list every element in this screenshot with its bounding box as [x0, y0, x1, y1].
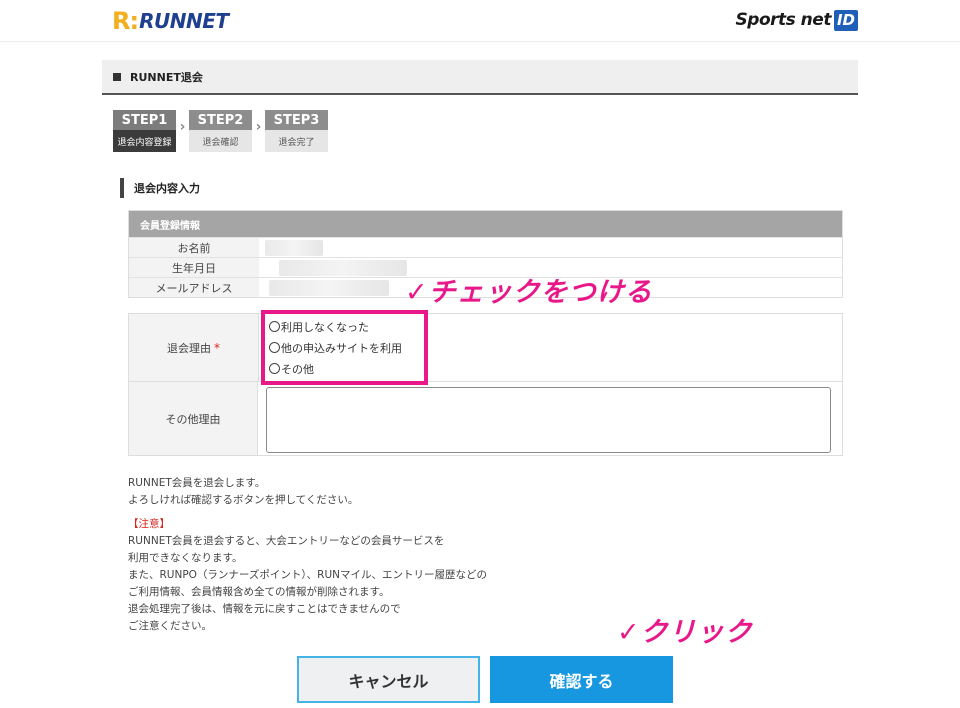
- name-label: お名前: [129, 238, 259, 257]
- warning-line: 退会処理完了後は、情報を元に戻すことはできませんので: [128, 603, 401, 615]
- other-reason-textarea[interactable]: [266, 387, 831, 453]
- other-reason-label: その他理由: [129, 382, 258, 455]
- page-title: RUNNET退会: [130, 70, 203, 84]
- withdrawal-reason-form: 退会理由 * 利用しなくなった 他の申込みサイトを利用 その他 その他理由: [128, 313, 843, 456]
- click-annotation: ✓クリック: [617, 617, 753, 648]
- warning-title: 【注意】: [128, 518, 170, 530]
- birthdate-label: 生年月日: [129, 258, 259, 277]
- warning-line: また、RUNPO（ランナーズポイント）、RUNマイル、エントリー履歴などの: [128, 569, 487, 581]
- sportsnet-id-logo[interactable]: Sports net ID: [736, 8, 858, 32]
- notes-line: よろしければ確認するボタンを押してください。: [128, 494, 359, 506]
- runnet-logo-mark: R:: [112, 7, 139, 35]
- reason-label: 退会理由 *: [129, 314, 259, 381]
- email-label: メールアドレス: [129, 278, 259, 297]
- step-caption: 退会内容登録: [113, 130, 176, 152]
- step-indicator: STEP1 退会内容登録 › STEP2 退会確認 › STEP3 退会完了: [113, 110, 328, 152]
- notes-text: RUNNET会員を退会します。 よろしければ確認するボタンを押してください。 【…: [128, 475, 487, 635]
- warning-line: ご注意ください。: [128, 620, 212, 632]
- table-row: お名前: [129, 237, 842, 257]
- chevron-right-icon: ›: [255, 119, 262, 135]
- reason-row: 退会理由 * 利用しなくなった 他の申込みサイトを利用 その他: [129, 314, 842, 381]
- step-caption: 退会完了: [265, 130, 328, 152]
- step-label: STEP2: [189, 110, 252, 130]
- step-1: STEP1 退会内容登録: [113, 110, 176, 152]
- highlight-box: [261, 310, 428, 385]
- required-mark: *: [214, 340, 220, 355]
- step-label: STEP3: [265, 110, 328, 130]
- check-annotation: ✓チェックをつける: [405, 277, 653, 308]
- step-3: STEP3 退会完了: [265, 110, 328, 152]
- other-reason-row: その他理由: [129, 381, 842, 455]
- step-2: STEP2 退会確認: [189, 110, 252, 152]
- warning-line: 利用できなくなります。: [128, 552, 243, 564]
- sportsnet-logo-text: Sports net: [735, 10, 832, 30]
- sportsnet-logo-id: ID: [833, 9, 858, 31]
- chevron-right-icon: ›: [179, 119, 186, 135]
- warning-line: ご利用情報、会員情報含め全ての情報が削除されます。: [128, 586, 390, 598]
- confirm-button[interactable]: 確認する: [490, 656, 673, 703]
- step-caption: 退会確認: [189, 130, 252, 152]
- notes-line: RUNNET会員を退会します。: [128, 477, 266, 489]
- section-heading: 退会内容入力: [120, 178, 200, 198]
- square-bullet-icon: [113, 72, 121, 81]
- runnet-logo-text: RUNNET: [139, 9, 229, 33]
- page-title-bar: RUNNET退会: [102, 60, 858, 95]
- warning-line: RUNNET会員を退会すると、大会エントリーなどの会員サービスを: [128, 535, 445, 547]
- site-header: R: RUNNET Sports net ID: [0, 0, 960, 42]
- runnet-logo[interactable]: R: RUNNET: [112, 7, 229, 35]
- name-value: [259, 238, 842, 257]
- member-info-header: 会員登録情報: [129, 211, 842, 237]
- cancel-button[interactable]: キャンセル: [297, 656, 480, 703]
- step-label: STEP1: [113, 110, 176, 130]
- reason-label-text: 退会理由: [167, 341, 211, 355]
